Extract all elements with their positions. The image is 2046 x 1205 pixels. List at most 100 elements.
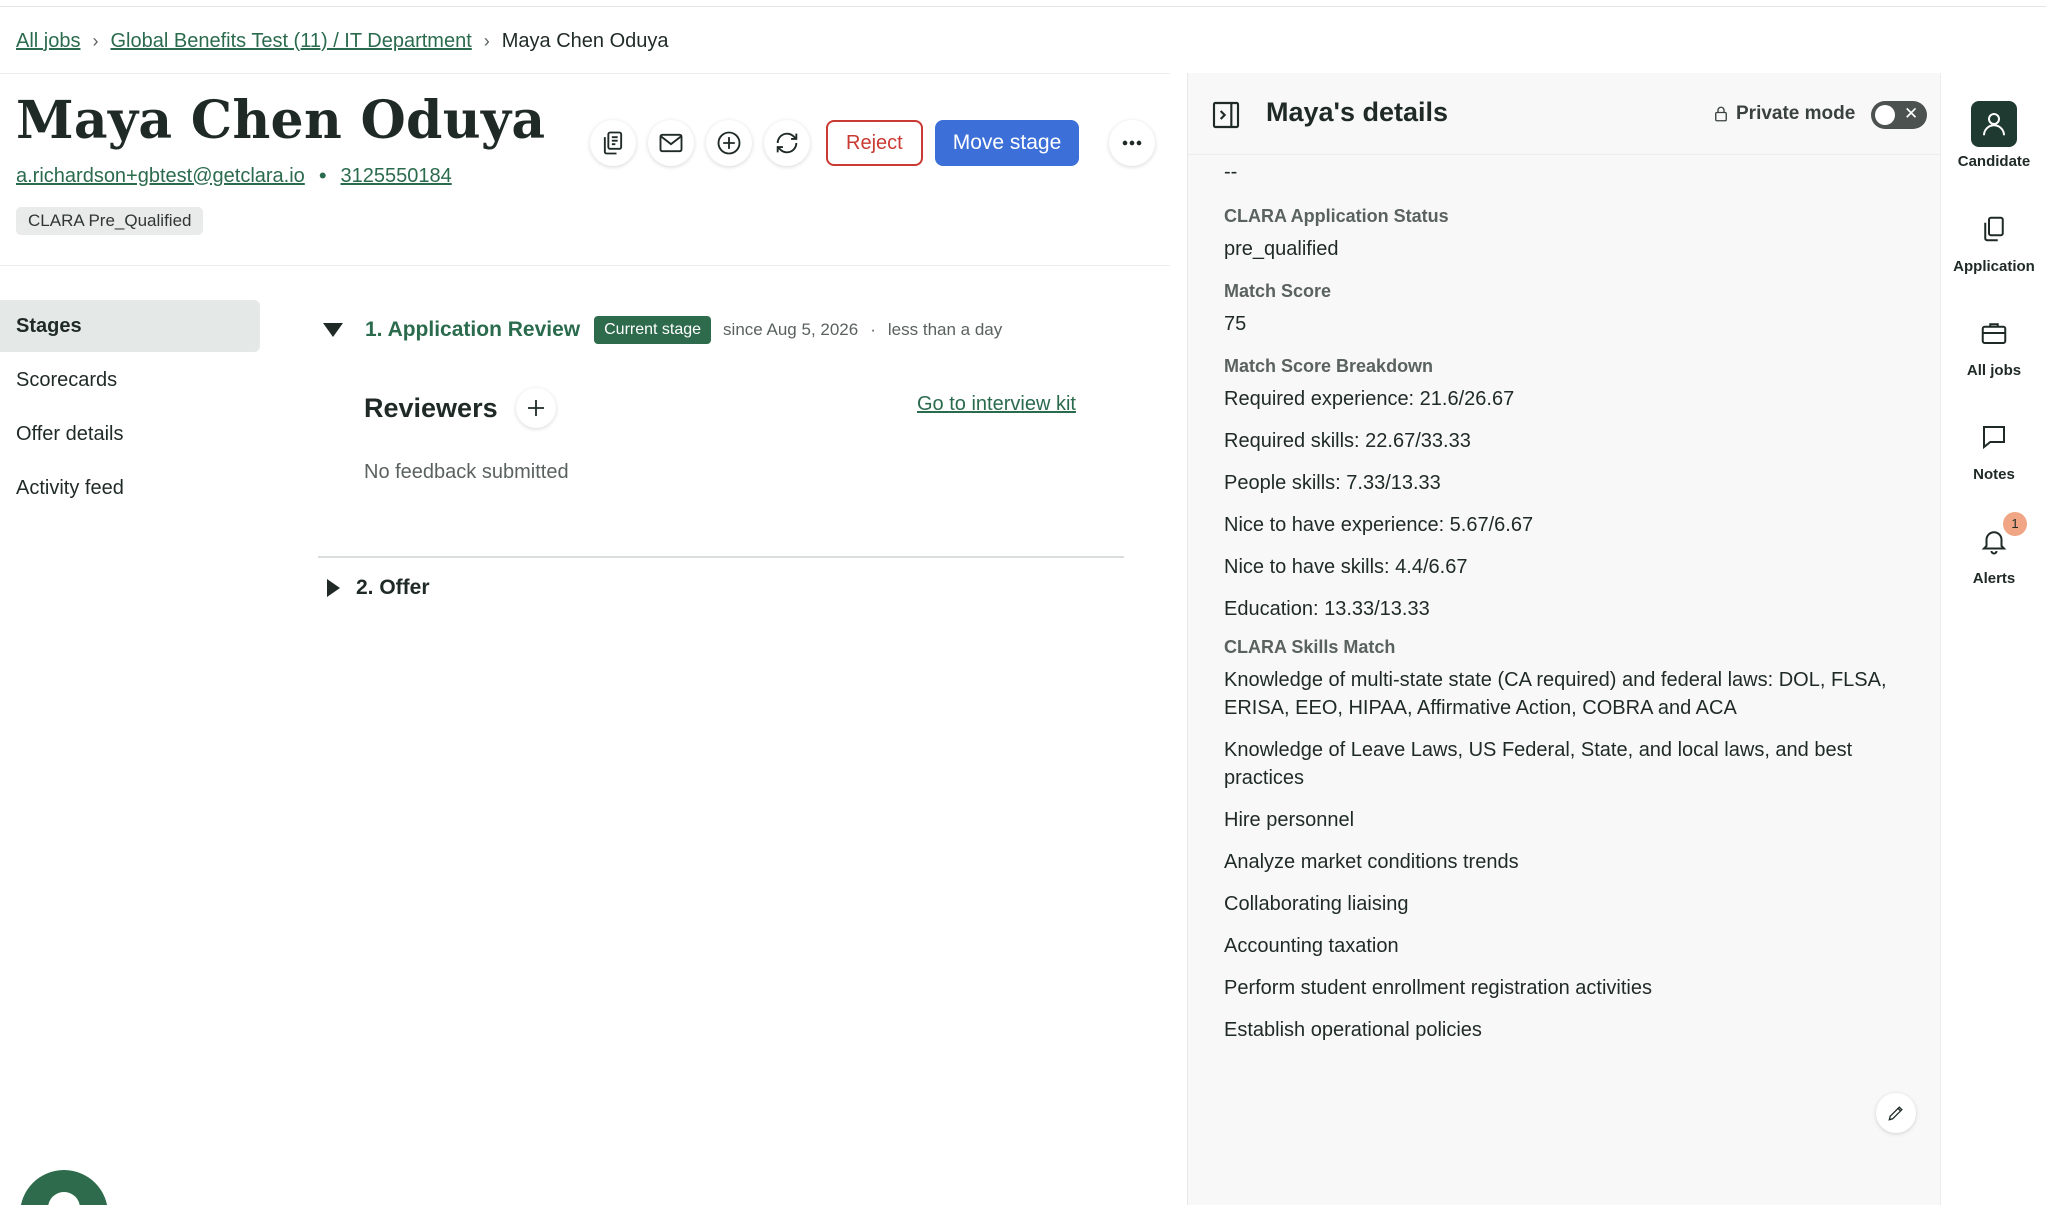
pencil-icon [1888,1106,1903,1121]
rail-item-candidate[interactable]: Candidate [1941,101,2046,170]
rail-item-application[interactable]: Application [1941,206,2046,275]
briefcase-icon [1981,323,2007,344]
match-score-value: 75 [1224,313,1247,335]
candidate-main: All jobs › Global Benefits Test (11) / I… [0,0,1170,1205]
rail-icon-wrap [1971,414,2017,460]
rail-label: Alerts [1972,570,2016,587]
move-stage-button[interactable]: Move stage [934,120,1080,166]
stage-since: since Aug 5, 2026 [723,320,859,339]
breadcrumb: All jobs › Global Benefits Test (11) / I… [16,26,669,56]
candidate-phone-link[interactable]: 3125550184 [341,165,452,188]
candidate-contact: a.richardson+gbtest@getclara.io • 312555… [16,163,452,189]
candidate-section-nav: Stages Scorecards Offer details Activity… [0,300,260,516]
skill-item: Establish operational policies [1224,1019,1482,1041]
details-panel-body: -- CLARA Application Status pre_qualifie… [1224,155,1914,1058]
match-score-breakdown-list: Required experience: 21.6/26.67 Required… [1224,385,1914,623]
breadcrumb-chevron-icon: › [483,30,490,51]
skill-item: Knowledge of Leave Laws, US Federal, Sta… [1224,739,1853,789]
stage-title[interactable]: 1. Application Review [365,318,580,342]
email-button[interactable] [648,120,694,166]
refresh-icon [776,132,798,154]
rail-icon-wrap [1971,310,2017,356]
breakdown-item: Required experience: 21.6/26.67 [1224,388,1515,410]
candidate-email-link[interactable]: a.richardson+gbtest@getclara.io [16,165,305,188]
skill-item: Accounting taxation [1224,935,1399,957]
candidate-details-panel: Maya's details Private mode ✕ -- CLARA A… [1187,73,1940,1205]
reviewers-header: Reviewers [364,388,556,428]
breakdown-item: Education: 13.33/13.33 [1224,598,1430,620]
more-options-button[interactable] [1109,120,1156,166]
edit-button[interactable] [1876,1093,1916,1133]
toggle-off-icon: ✕ [1904,104,1919,123]
rail-label: All jobs [1966,362,2022,379]
skill-item: Perform student enrollment registration … [1224,977,1652,999]
reject-button[interactable]: Reject [826,120,923,166]
candidate-name: Maya Chen Oduya [16,90,546,151]
candidate-tag: CLARA Pre_Qualified [16,207,204,235]
stage-offer-header[interactable]: 2. Offer [327,576,430,600]
breadcrumb-job-link[interactable]: Global Benefits Test (11) / IT Departmen… [110,30,471,53]
collapse-panel-icon[interactable] [1210,99,1242,131]
add-reviewer-button[interactable] [516,388,556,428]
stage-meta-separator: · [870,320,876,339]
match-score-label: Match Score [1224,281,1332,301]
rail-icon-wrap [1971,101,2017,147]
stage-title[interactable]: 2. Offer [356,576,430,600]
stage-duration: less than a day [887,320,1003,339]
header-divider [0,73,1170,74]
rail-icon-wrap [1971,206,2017,252]
current-stage-badge: Current stage [594,316,712,344]
breadcrumb-all-jobs-link[interactable]: All jobs [16,30,80,53]
skill-item: Analyze market conditions trends [1224,851,1519,873]
breakdown-item: Nice to have skills: 4.4/6.67 [1224,556,1468,578]
breadcrumb-chevron-icon: › [92,30,99,51]
match-score-breakdown-label: Match Score Breakdown [1224,356,1434,376]
breakdown-item: Required skills: 22.67/33.33 [1224,430,1471,452]
stage-application-review-header[interactable]: 1. Application Review Current stage sinc… [323,316,1002,344]
private-mode-text: Private mode [1736,103,1856,124]
breadcrumb-current: Maya Chen Oduya [501,29,669,52]
section-divider [0,265,1170,266]
skill-item: Hire personnel [1224,809,1355,831]
stage-divider [318,556,1124,558]
rail-item-all-jobs[interactable]: All jobs [1941,310,2046,379]
plus-icon [527,400,544,416]
breakdown-item: People skills: 7.33/13.33 [1224,472,1441,494]
nav-item-stages[interactable]: Stages [0,300,260,352]
reviewers-title: Reviewers [364,392,498,423]
nav-item-scorecards[interactable]: Scorecards [0,354,260,406]
transfer-button[interactable] [764,120,810,166]
nav-item-offer-details[interactable]: Offer details [0,408,260,460]
help-chat-button[interactable] [20,1170,108,1205]
interview-kit-link[interactable]: Go to interview kit [917,393,1076,416]
details-panel-header: Maya's details Private mode ✕ [1188,73,1940,155]
skill-item: Collaborating liaising [1224,893,1409,915]
nav-item-activity-feed[interactable]: Activity feed [0,462,260,514]
skill-item: Knowledge of multi-state state (CA requi… [1224,669,1887,719]
right-tool-rail: Candidate Application All jobs Notes 1 A… [1940,73,2046,1205]
copy-button[interactable] [590,120,636,166]
breakdown-item: Nice to have experience: 5.67/6.67 [1224,514,1534,536]
chat-bubble-icon [1983,426,2005,450]
more-horizontal-icon [1122,140,1142,146]
no-feedback-text: No feedback submitted [364,461,569,483]
empty-field-value: -- [1224,161,1238,183]
copy-icon [603,131,623,155]
user-icon [1983,113,2005,136]
document-copy-icon [1984,216,2004,242]
caret-right-icon[interactable] [327,579,340,597]
private-mode-label: Private mode [1712,103,1855,125]
plus-circle-icon [717,131,741,155]
application-status-value: pre_qualified [1224,238,1339,260]
lock-icon [1715,106,1727,122]
contact-separator: • [318,163,327,188]
rail-label: Notes [1973,466,2015,483]
rail-label: Candidate [1957,153,2031,170]
toggle-knob [1875,105,1895,125]
private-mode-toggle[interactable]: ✕ [1871,101,1927,129]
rail-item-notes[interactable]: Notes [1941,414,2046,483]
add-button[interactable] [706,120,752,166]
rail-item-alerts[interactable]: 1 Alerts [1941,512,2046,587]
caret-down-icon[interactable] [323,323,343,337]
skills-match-list: Knowledge of multi-state state (CA requi… [1224,666,1914,1044]
